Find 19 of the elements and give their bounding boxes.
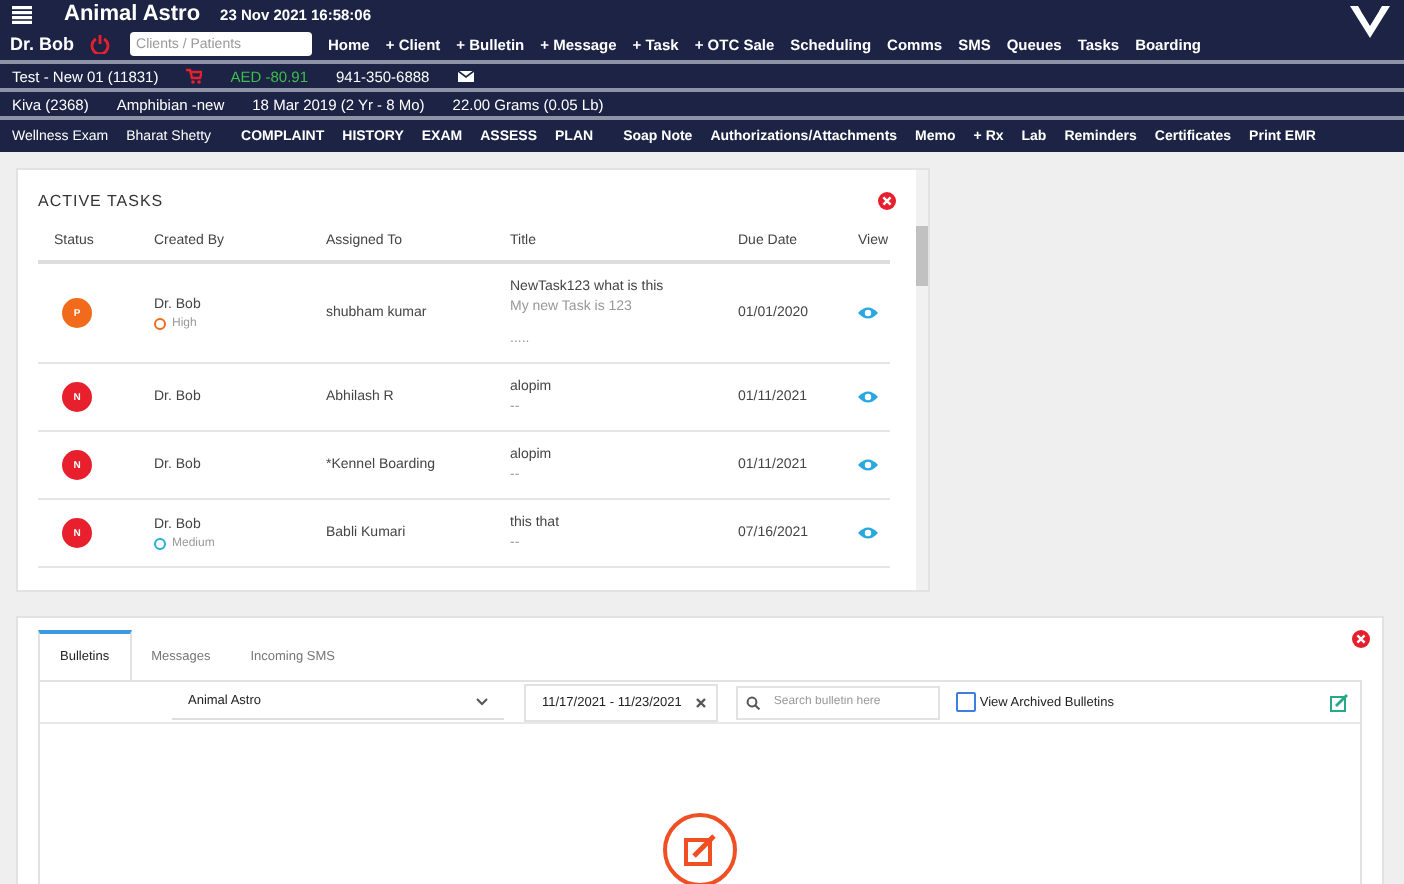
menu-icon[interactable]: [12, 5, 32, 23]
eye-icon[interactable]: [858, 526, 878, 540]
close-icon[interactable]: [878, 192, 896, 210]
eye-icon[interactable]: [858, 458, 878, 472]
cart-icon[interactable]: [186, 68, 203, 84]
clear-icon[interactable]: [693, 695, 708, 709]
search-icon: [745, 695, 760, 709]
eye-icon[interactable]: [858, 306, 878, 320]
scrollbar-thumb[interactable]: [916, 226, 928, 286]
edit-icon[interactable]: [1330, 693, 1348, 711]
power-icon[interactable]: [90, 34, 111, 54]
panel-title: ACTIVE TASKS: [38, 192, 164, 210]
user-name: Dr. Bob: [10, 34, 75, 54]
chevron-down-icon: [476, 697, 488, 705]
close-icon[interactable]: [1352, 630, 1370, 648]
app-title: Animal Astro: [64, 2, 201, 26]
checkbox[interactable]: [955, 692, 976, 712]
envelope-icon[interactable]: [457, 68, 474, 84]
eye-icon[interactable]: [858, 390, 878, 404]
